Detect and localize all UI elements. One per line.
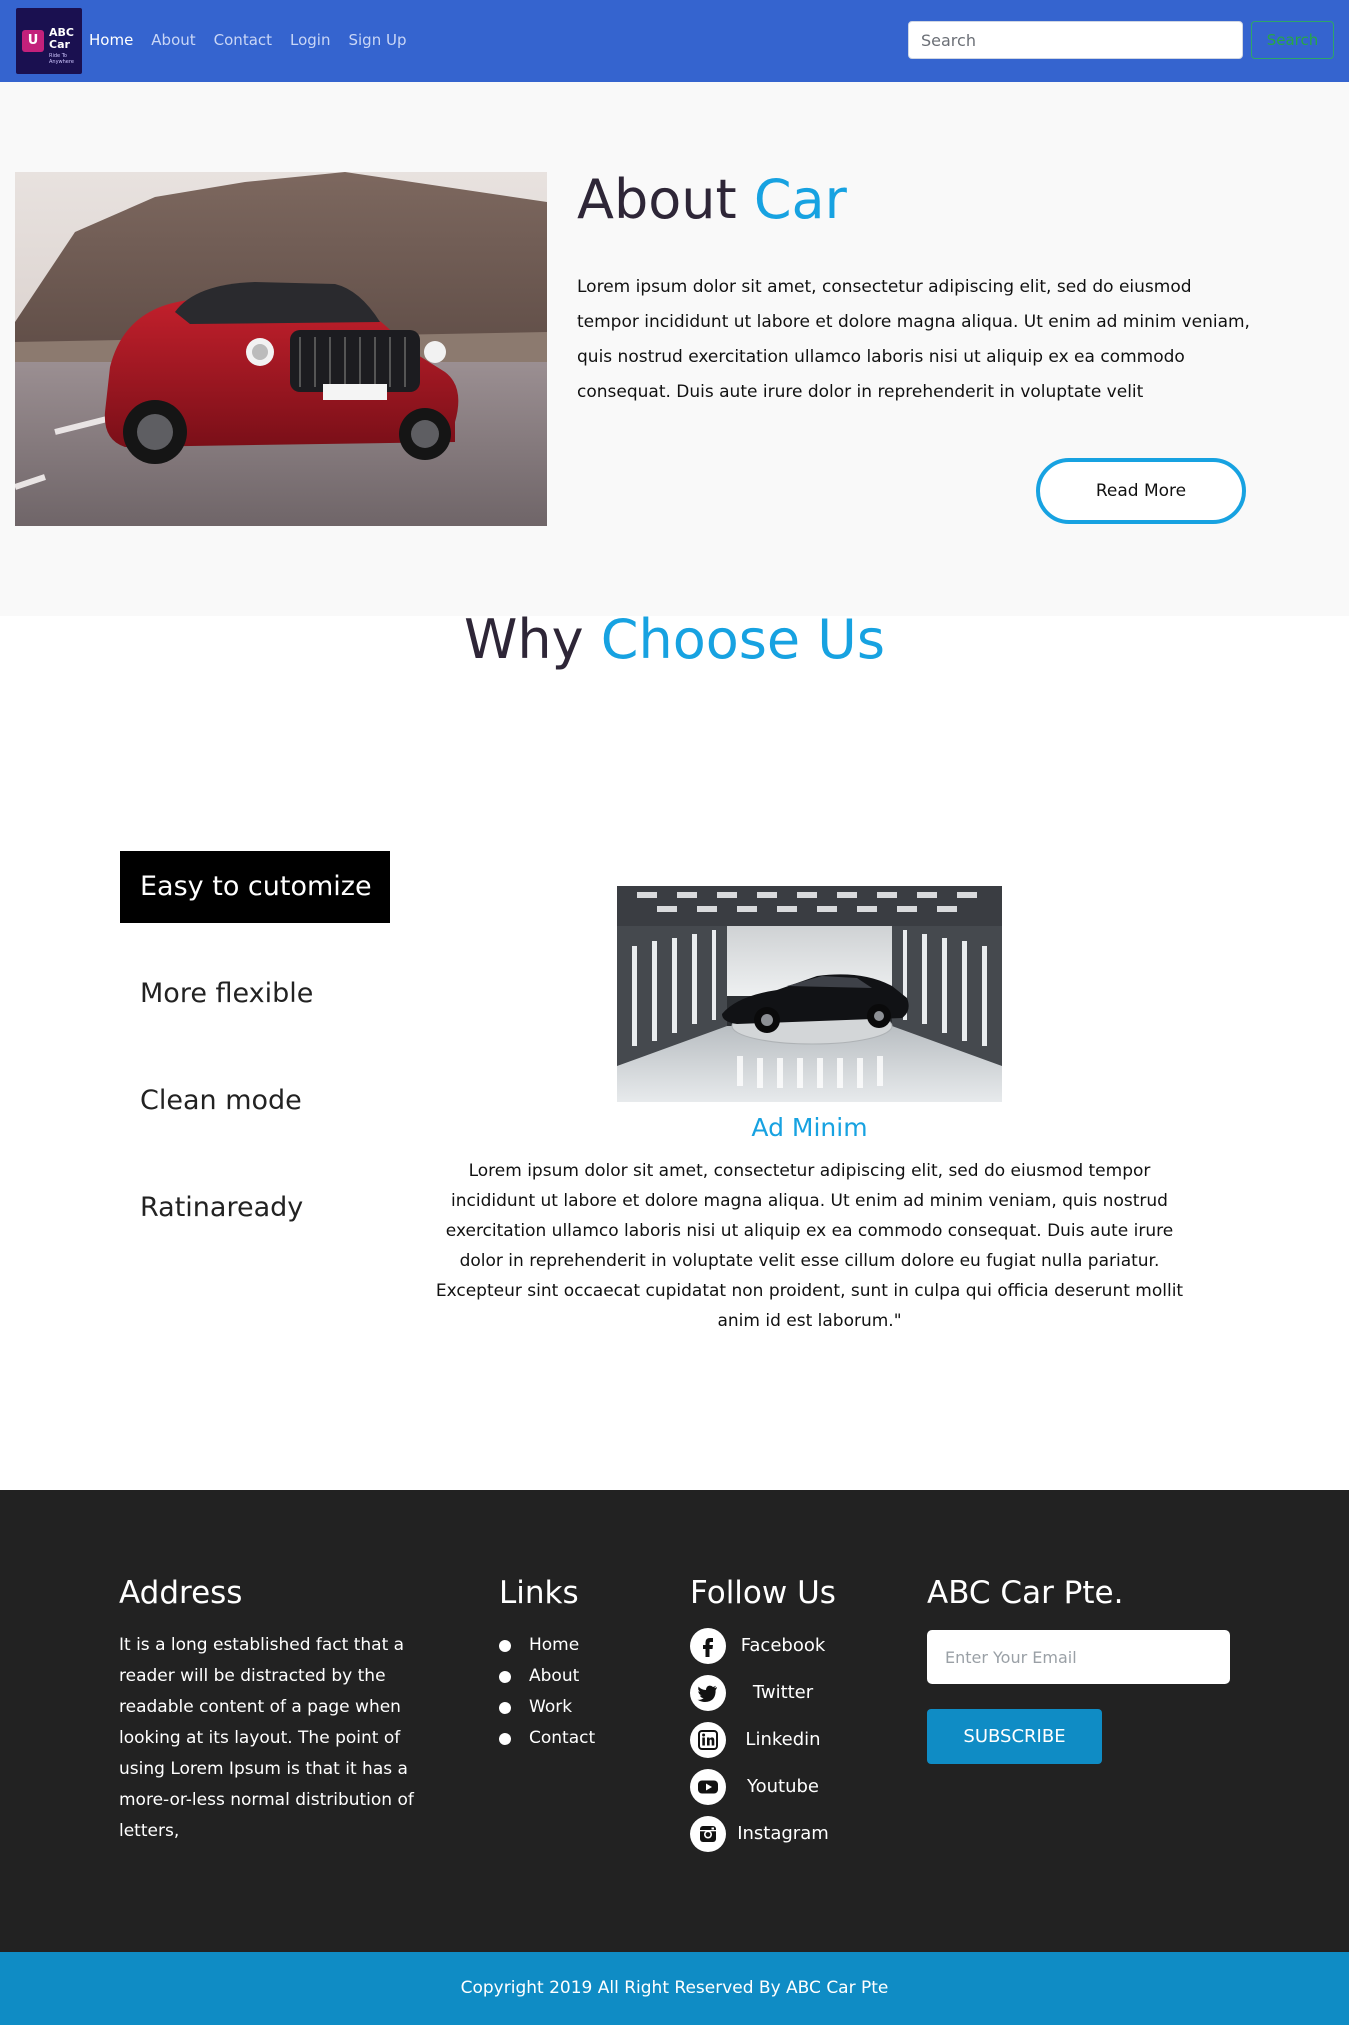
follow-linkedin-label: Linkedin	[745, 1729, 821, 1750]
nav-link-home[interactable]: Home	[89, 31, 133, 49]
footer-follow-list: Facebook Twitter Linkedin Youtube Instag…	[690, 1628, 840, 1863]
footer-link-work[interactable]: Work	[499, 1692, 595, 1723]
logo-text: ABC Car	[49, 27, 74, 51]
search-input[interactable]	[908, 21, 1243, 59]
about-text: Lorem ipsum dolor sit amet, consectetur …	[577, 277, 1250, 402]
nav-links: Home About Contact Login Sign Up	[89, 31, 424, 49]
about-title-plain: About	[577, 168, 737, 231]
linkedin-icon	[690, 1722, 726, 1758]
tab-easy-to-customize[interactable]: Easy to cutomize	[120, 851, 390, 923]
nav-link-signup[interactable]: Sign Up	[348, 31, 406, 49]
footer-links-list: Home About Work Contact	[499, 1630, 595, 1754]
feature-title: Ad Minim	[751, 1113, 868, 1142]
follow-facebook[interactable]: Facebook	[690, 1628, 840, 1664]
navbar: U ABC Car Ride To Anywhere Home About Co…	[0, 0, 1349, 82]
footer-address-text: It is a long established fact that a rea…	[119, 1635, 414, 1841]
nav-link-login[interactable]: Login	[290, 31, 330, 49]
feature-car-image	[617, 886, 1002, 1102]
follow-instagram[interactable]: Instagram	[690, 1816, 840, 1852]
read-more-button[interactable]: Read More	[1036, 458, 1246, 524]
about-title: About Car	[577, 168, 847, 231]
follow-facebook-label: Facebook	[740, 1635, 826, 1656]
logo-line2: Car	[49, 38, 70, 51]
nav-link-contact[interactable]: Contact	[214, 31, 272, 49]
nav-link-about[interactable]: About	[151, 31, 195, 49]
copyright-bar: Copyright 2019 All Right Reserved By ABC…	[0, 1952, 1349, 2025]
why-title-accent: Choose Us	[600, 608, 885, 671]
follow-instagram-label: Instagram	[737, 1823, 829, 1844]
follow-twitter-label: Twitter	[752, 1682, 814, 1703]
footer-link-contact[interactable]: Contact	[499, 1723, 595, 1754]
email-field[interactable]	[927, 1630, 1230, 1684]
footer-link-home[interactable]: Home	[499, 1630, 595, 1661]
subscribe-button[interactable]: SUBSCRIBE	[927, 1709, 1102, 1764]
logo-mark-icon: U	[22, 30, 44, 52]
tab-more-flexible[interactable]: More flexible	[120, 958, 390, 1030]
instagram-icon	[690, 1816, 726, 1852]
why-choose-us-title: Why Choose Us	[0, 608, 1349, 671]
footer-follow-title: Follow Us	[690, 1575, 836, 1611]
footer: Address It is a long established fact th…	[0, 1490, 1349, 1952]
facebook-icon	[690, 1628, 726, 1664]
why-title-plain: Why	[464, 608, 584, 671]
follow-youtube[interactable]: Youtube	[690, 1769, 840, 1805]
footer-subscribe-title: ABC Car Pte.	[927, 1575, 1124, 1611]
footer-address-title: Address	[119, 1575, 243, 1611]
youtube-icon	[690, 1769, 726, 1805]
feature-tabs: Easy to cutomize More flexible Clean mod…	[120, 851, 390, 1279]
follow-linkedin[interactable]: Linkedin	[690, 1722, 840, 1758]
footer-link-about[interactable]: About	[499, 1661, 595, 1692]
feature-text: Lorem ipsum dolor sit amet, consectetur …	[435, 1161, 1184, 1331]
follow-twitter[interactable]: Twitter	[690, 1675, 840, 1711]
search-button[interactable]: Search	[1251, 21, 1334, 59]
about-title-accent: Car	[753, 168, 847, 231]
footer-links-title: Links	[499, 1575, 579, 1611]
follow-youtube-label: Youtube	[747, 1776, 819, 1797]
tab-retina-ready[interactable]: Ratinaready	[120, 1172, 390, 1244]
about-section: About Car Lorem ipsum dolor sit amet, co…	[0, 82, 1349, 616]
copyright-text: Copyright 2019 All Right Reserved By ABC…	[460, 1978, 889, 1998]
brand-logo[interactable]: U ABC Car Ride To Anywhere	[16, 8, 82, 74]
twitter-icon	[690, 1675, 726, 1711]
about-car-image	[15, 172, 547, 526]
logo-tagline: Ride To Anywhere	[49, 53, 74, 65]
